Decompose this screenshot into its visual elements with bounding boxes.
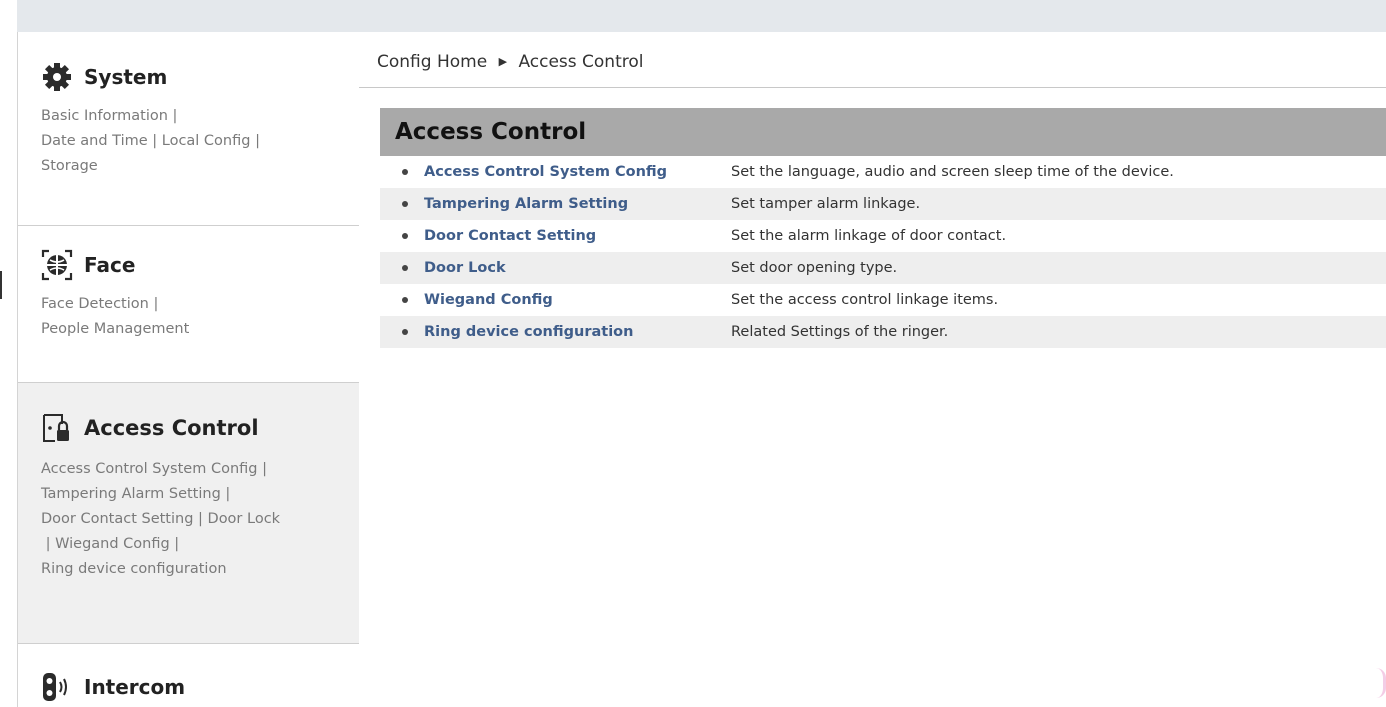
sidebar-system-header[interactable]: System: [40, 60, 167, 94]
sidebar-section-intercom: Intercom: [18, 644, 360, 707]
panel-title: Access Control: [395, 119, 587, 145]
sidebar-link[interactable]: Basic Information |: [41, 104, 352, 129]
sidebar-access-links: Access Control System Config | Tampering…: [41, 457, 352, 582]
link-ring-device-configuration[interactable]: Ring device configuration: [424, 324, 633, 340]
breadcrumb-home[interactable]: Config Home: [377, 52, 487, 72]
corner-mark: [1375, 668, 1386, 698]
bullet-icon: [402, 169, 408, 175]
link-door-lock[interactable]: Door Lock: [424, 260, 506, 276]
sidebar-link[interactable]: Ring device configuration: [41, 557, 352, 582]
bullet-icon: [402, 297, 408, 303]
sidebar-link[interactable]: Door Contact Setting | Door Lock: [41, 507, 352, 532]
row-description: Set door opening type.: [731, 260, 898, 276]
face-scan-icon: [40, 248, 74, 282]
main-content: Config Home ▶ Access Control Access Cont…: [359, 32, 1386, 707]
menu-row: Access Control System Config Set the lan…: [380, 156, 1386, 188]
top-bar: [17, 0, 1386, 32]
sidebar-section-access-control: Access Control Access Control System Con…: [18, 383, 360, 644]
sidebar-face-header[interactable]: Face: [40, 248, 135, 282]
panel-header: Access Control: [380, 108, 1386, 156]
menu-row: Door Contact Setting Set the alarm linka…: [380, 220, 1386, 252]
breadcrumb-divider: [359, 87, 1386, 88]
sidebar-link[interactable]: People Management: [41, 317, 352, 342]
sidebar-access-title: Access Control: [84, 416, 259, 440]
sidebar-intercom-header[interactable]: Intercom: [40, 670, 185, 704]
menu-row: Ring device configuration Related Settin…: [380, 316, 1386, 348]
sidebar-link[interactable]: Date and Time | Local Config |: [41, 129, 352, 154]
breadcrumb-current: Access Control: [518, 52, 644, 72]
row-description: Set the alarm linkage of door contact.: [731, 228, 1007, 244]
sidebar-link[interactable]: | Wiegand Config |: [41, 532, 352, 557]
sidebar-system-links: Basic Information | Date and Time | Loca…: [41, 104, 352, 179]
sidebar-system-title: System: [84, 65, 168, 89]
menu-row: Wiegand Config Set the access control li…: [380, 284, 1386, 316]
access-control-panel: Access Control Access Control System Con…: [380, 108, 1386, 348]
sidebar: System Basic Information | Date and Time…: [17, 32, 361, 707]
row-description: Set tamper alarm linkage.: [731, 196, 921, 212]
breadcrumb-separator-icon: ▶: [498, 55, 508, 68]
sidebar-face-links: Face Detection | People Management: [41, 292, 352, 342]
sidebar-link[interactable]: Access Control System Config |: [41, 457, 352, 482]
sidebar-section-system: System Basic Information | Date and Time…: [18, 32, 360, 226]
breadcrumb: Config Home ▶ Access Control: [377, 52, 644, 72]
bullet-icon: [402, 265, 408, 271]
sidebar-face-title: Face: [84, 253, 136, 277]
sidebar-link[interactable]: Face Detection |: [41, 292, 352, 317]
edge-mark: [0, 271, 2, 299]
sidebar-access-header[interactable]: Access Control: [40, 411, 259, 445]
bullet-icon: [402, 329, 408, 335]
link-access-control-system-config[interactable]: Access Control System Config: [424, 164, 667, 180]
door-lock-icon: [40, 411, 74, 445]
link-tampering-alarm-setting[interactable]: Tampering Alarm Setting: [424, 196, 628, 212]
bullet-icon: [402, 233, 408, 239]
sidebar-link[interactable]: Storage: [41, 154, 352, 179]
bullet-icon: [402, 201, 408, 207]
menu-row: Tampering Alarm Setting Set tamper alarm…: [380, 188, 1386, 220]
doorbell-icon: [40, 670, 74, 704]
sidebar-intercom-title: Intercom: [84, 675, 186, 699]
sidebar-link[interactable]: Tampering Alarm Setting |: [41, 482, 352, 507]
menu-row: Door Lock Set door opening type.: [380, 252, 1386, 284]
row-description: Related Settings of the ringer.: [731, 324, 949, 340]
link-wiegand-config[interactable]: Wiegand Config: [424, 292, 553, 308]
link-door-contact-setting[interactable]: Door Contact Setting: [424, 228, 596, 244]
sidebar-section-face: Face Face Detection | People Management: [18, 226, 360, 383]
row-description: Set the language, audio and screen sleep…: [731, 164, 1174, 180]
row-description: Set the access control linkage items.: [731, 292, 999, 308]
gear-icon: [40, 60, 74, 94]
